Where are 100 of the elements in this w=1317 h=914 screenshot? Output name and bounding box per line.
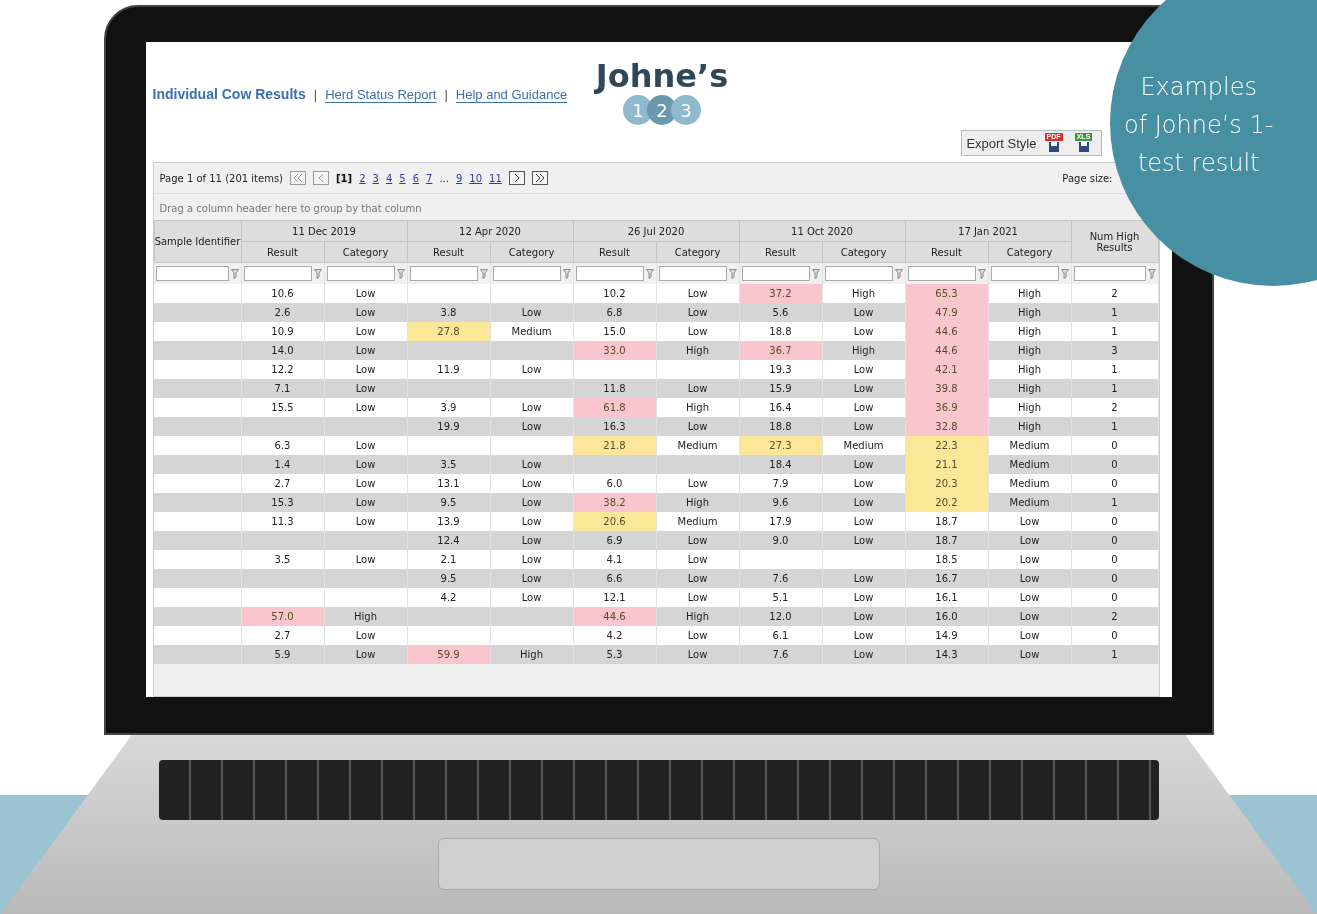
page-link[interactable]: 10 <box>469 172 483 184</box>
filter-field[interactable] <box>907 266 976 281</box>
page-link[interactable]: 3 <box>372 172 379 184</box>
page-link[interactable]: 5 <box>399 172 406 184</box>
result-cell: 18.8 <box>739 417 822 436</box>
category-cell: Low <box>822 455 905 474</box>
result-cell: 32.8 <box>905 417 988 436</box>
filter-field[interactable] <box>575 266 644 281</box>
result-cell: 12.1 <box>573 588 656 607</box>
page-link[interactable]: [1] <box>336 172 353 184</box>
category-cell: Low <box>324 341 407 360</box>
category-cell: Low <box>324 360 407 379</box>
category-cell: Low <box>988 588 1071 607</box>
nav-link[interactable]: Help and Guidance <box>455 86 568 102</box>
result-cell: 44.6 <box>905 322 988 341</box>
result-cell: 15.0 <box>573 322 656 341</box>
date-header: 11 Dec 2019 <box>241 220 407 242</box>
category-cell: High <box>988 360 1071 379</box>
category-cell: Medium <box>822 436 905 455</box>
result-cell: 9.0 <box>739 531 822 550</box>
category-cell: Medium <box>988 436 1071 455</box>
category-cell: Low <box>656 284 739 303</box>
result-cell: 15.5 <box>241 398 324 417</box>
previous-page-icon[interactable] <box>313 171 330 185</box>
date-header: 17 Jan 2021 <box>905 220 1071 242</box>
filter-field[interactable] <box>741 266 810 281</box>
result-cell: 6.6 <box>573 569 656 588</box>
column-header[interactable]: Sample Identifier <box>154 220 241 263</box>
category-cell: Low <box>490 398 573 417</box>
date-header: 12 Apr 2020 <box>407 220 573 242</box>
count-cell: 1 <box>1071 303 1158 322</box>
category-cell: Low <box>822 512 905 531</box>
category-cell: Low <box>822 626 905 645</box>
category-cell: High <box>988 341 1071 360</box>
filter-field[interactable] <box>492 266 561 281</box>
filter-field[interactable] <box>326 266 395 281</box>
category-cell: Low <box>656 417 739 436</box>
category-cell: Low <box>656 569 739 588</box>
nav-link[interactable]: Individual Cow Results <box>152 86 306 102</box>
filter-field[interactable] <box>409 266 478 281</box>
result-cell: 20.6 <box>573 512 656 531</box>
nav-link[interactable]: Herd Status Report <box>325 86 437 102</box>
category-cell: High <box>324 607 407 626</box>
result-cell: 5.6 <box>739 303 822 322</box>
category-cell: Low <box>324 303 407 322</box>
result-cell: 7.6 <box>739 569 822 588</box>
result-cell: 42.1 <box>905 360 988 379</box>
result-cell: 18.7 <box>905 531 988 550</box>
column-header[interactable]: Num High Results <box>1071 220 1158 263</box>
result-cell: 18.7 <box>905 512 988 531</box>
category-cell: Low <box>822 493 905 512</box>
category-cell: High <box>490 645 573 664</box>
category-cell: Medium <box>490 322 573 341</box>
result-cell: 33.0 <box>573 341 656 360</box>
count-cell: 2 <box>1071 607 1158 626</box>
result-cell: 5.1 <box>739 588 822 607</box>
category-cell: High <box>988 303 1071 322</box>
category-cell: High <box>988 398 1071 417</box>
page-link[interactable]: 11 <box>489 172 502 184</box>
category-cell: High <box>656 341 739 360</box>
result-cell: 2.7 <box>241 474 324 493</box>
category-cell: Low <box>490 455 573 474</box>
filter-field[interactable] <box>658 266 727 281</box>
page-link[interactable]: 6 <box>412 172 419 184</box>
category-cell: Low <box>822 531 905 550</box>
filter-field[interactable] <box>1073 266 1146 281</box>
filter-field[interactable] <box>243 266 312 281</box>
last-page-icon[interactable] <box>531 171 548 185</box>
next-page-icon[interactable] <box>508 171 525 185</box>
page-link[interactable]: 2 <box>359 172 366 184</box>
count-cell: 1 <box>1071 645 1158 664</box>
result-cell: 3.9 <box>407 398 490 417</box>
first-page-icon[interactable] <box>290 171 307 185</box>
export-label: Export Style <box>966 135 1037 151</box>
result-cell: 6.0 <box>573 474 656 493</box>
page-link[interactable]: 9 <box>455 172 463 184</box>
category-cell: Low <box>822 322 905 341</box>
category-cell: High <box>988 284 1071 303</box>
filter-field[interactable] <box>824 266 893 281</box>
category-cell: Low <box>822 398 905 417</box>
filter-field[interactable] <box>990 266 1059 281</box>
result-cell: 47.9 <box>905 303 988 322</box>
filter-field[interactable] <box>156 266 229 281</box>
category-cell: Low <box>822 379 905 398</box>
category-cell: Low <box>324 474 407 493</box>
result-cell: 4.1 <box>573 550 656 569</box>
result-cell: 12.4 <box>407 531 490 550</box>
count-cell: 0 <box>1071 436 1158 455</box>
count-cell: 0 <box>1071 550 1158 569</box>
category-cell: Low <box>988 512 1071 531</box>
category-cell: Low <box>324 379 407 398</box>
category-cell: High <box>988 322 1071 341</box>
category-cell: Low <box>988 569 1071 588</box>
date-header: 26 Jul 2020 <box>573 220 739 242</box>
nav-separator: | <box>444 86 448 102</box>
page-link[interactable]: 4 <box>385 172 393 184</box>
count-cell: 1 <box>1071 379 1158 398</box>
category-cell: Medium <box>988 474 1071 493</box>
result-cell: 6.8 <box>573 303 656 322</box>
page-link[interactable]: 7 <box>426 172 433 184</box>
